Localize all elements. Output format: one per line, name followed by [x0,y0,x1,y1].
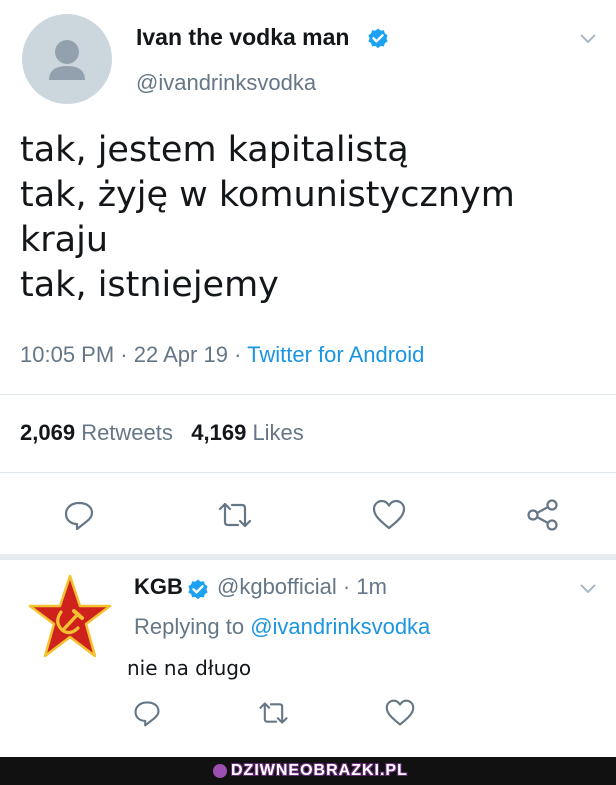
like-icon[interactable] [384,698,416,728]
soviet-star-avatar[interactable] [28,574,112,666]
display-name[interactable]: Ivan the vodka man [136,24,349,51]
tweet-line: tak, żyję w komunistycznym [20,175,515,215]
share-icon[interactable] [525,498,561,532]
reply-icon[interactable] [62,498,96,532]
user-handle[interactable]: @ivandrinksvodka [136,70,316,96]
likes-label: Likes [252,420,304,445]
replying-prefix: Replying to [134,614,245,639]
display-name[interactable]: KGB [134,574,183,600]
reply-text: nie na długo [127,656,252,680]
tweet-date: 22 Apr 19 [133,342,228,367]
tweet-source-link[interactable]: Twitter for Android [247,342,424,367]
meta-separator: · [342,574,357,599]
chevron-down-icon[interactable] [578,32,598,46]
divider [0,472,616,473]
reply-icon[interactable] [132,698,162,728]
like-icon[interactable] [371,498,407,532]
retweets-count: 2,069 [20,420,76,445]
tweet-line: kraju [20,220,109,260]
tweet-separator [0,554,616,560]
retweet-icon[interactable] [216,498,254,532]
tweet-age: 1m [356,574,387,599]
retweets-stat[interactable]: 2,069 Retweets [20,420,173,445]
watermark-logo-icon [213,764,227,778]
tweet-line: tak, jestem kapitalistą [20,130,409,170]
default-avatar-icon [49,40,85,80]
tweet-line: tak, istniejemy [20,265,279,305]
tweet-stats: 2,069 Retweets 4,169 Likes [20,420,304,446]
retweet-icon[interactable] [257,698,290,728]
watermark-text: DZIWNEOBRAZKI.PL [231,762,408,779]
verified-badge-icon [186,578,210,602]
retweets-label: Retweets [81,420,173,445]
user-handle[interactable]: @kgbofficial [217,574,337,599]
avatar[interactable] [22,14,112,104]
likes-count: 4,169 [191,420,247,445]
tweet-text: tak, jestem kapitalistą tak, żyję w komu… [20,128,515,308]
meta-separator: · [120,342,134,367]
verified-badge-icon [366,27,390,51]
divider [0,394,616,395]
chevron-down-icon[interactable] [578,582,598,596]
replying-to-link[interactable]: @ivandrinksvodka [250,614,430,639]
likes-stat[interactable]: 4,169 Likes [191,420,304,445]
tweet-time: 10:05 PM [20,342,115,367]
reply-handle-line: @kgbofficial · 1m [217,574,387,600]
tweet-meta: 10:05 PM · 22 Apr 19 · Twitter for Andro… [20,342,424,368]
replying-to-line: Replying to @ivandrinksvodka [134,614,430,640]
meta-separator: · [234,342,248,367]
